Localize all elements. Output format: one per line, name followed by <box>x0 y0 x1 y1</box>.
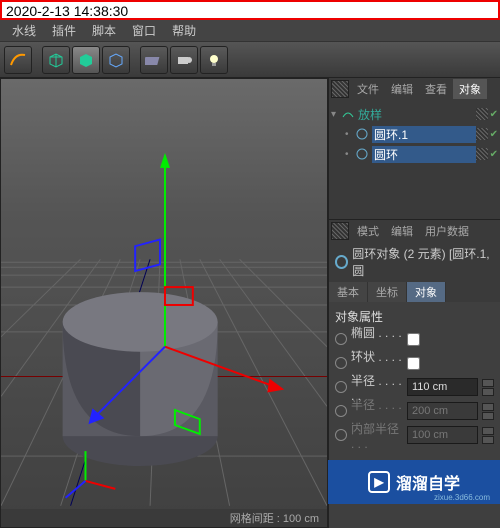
watermark-url: zixue.3d66.com <box>434 493 490 502</box>
menu-window[interactable]: 窗口 <box>124 20 164 41</box>
attr-row-inner: 内部半径 . . . 100 cm <box>335 423 494 447</box>
timestamp-bar: 2020-2-13 14:38:30 <box>0 0 500 20</box>
ellipse-checkbox[interactable] <box>407 333 420 346</box>
tree-row-sweep[interactable]: ▾ 放样 ✔ <box>331 104 498 124</box>
cylinder-object <box>63 292 218 466</box>
attribute-manager-tabs: 模式 编辑 用户数据 <box>329 220 500 242</box>
tree-visibility[interactable]: ✔ <box>476 108 498 120</box>
menu-waterline[interactable]: 水线 <box>4 20 44 41</box>
tool-cube-icon[interactable] <box>42 46 70 74</box>
tab-file[interactable]: 文件 <box>351 79 385 99</box>
sweep-icon <box>341 107 355 121</box>
radius2-spinner <box>482 403 494 420</box>
object-manager-tabs: 文件 编辑 查看 对象 <box>329 78 500 100</box>
viewport-statusbar: 网格间距 : 100 cm <box>1 509 327 527</box>
tool-camera-icon[interactable] <box>170 46 198 74</box>
menu-help[interactable]: 帮助 <box>164 20 204 41</box>
viewport-3d[interactable]: 网格间距 : 100 cm <box>0 78 328 528</box>
panel-grip-icon[interactable] <box>331 222 349 240</box>
toolbar <box>0 42 500 78</box>
menu-plugins[interactable]: 插件 <box>44 20 84 41</box>
panel-grip-icon[interactable] <box>331 80 349 98</box>
watermark: ▶ 溜溜自学 zixue.3d66.com <box>328 460 500 504</box>
tree-label-circle1[interactable]: 圆环.1 <box>372 126 476 143</box>
radio-icon <box>335 405 347 417</box>
radio-icon[interactable] <box>335 333 347 345</box>
grid-spacing-label: 网格间距 : 100 cm <box>230 510 319 526</box>
inner-input: 100 cm <box>407 426 478 444</box>
tab-edit[interactable]: 编辑 <box>385 79 419 99</box>
radio-icon[interactable] <box>335 381 347 393</box>
tree-row-circle2[interactable]: • 圆环 ✔ <box>331 144 498 164</box>
radius-input[interactable]: 110 cm <box>407 378 478 396</box>
inner-spinner <box>482 427 494 444</box>
tab-view[interactable]: 查看 <box>419 79 453 99</box>
timestamp-text: 2020-2-13 14:38:30 <box>6 3 128 19</box>
tool-cube-solid-icon[interactable] <box>72 46 100 74</box>
viewport-scene <box>1 79 327 527</box>
tab-userdata[interactable]: 用户数据 <box>419 221 475 241</box>
circle-icon <box>355 127 369 141</box>
tree-visibility[interactable]: ✔ <box>476 128 498 140</box>
menu-bar: 水线 插件 脚本 窗口 帮助 <box>0 20 500 42</box>
attr-inner-label: 内部半径 . . . <box>351 420 403 451</box>
radio-icon <box>335 429 347 441</box>
tree-collapse-icon[interactable]: ▾ <box>331 109 341 120</box>
attr-subtabs: 基本 坐标 对象 <box>329 282 500 302</box>
watermark-text: 溜溜自学 <box>396 470 460 494</box>
attr-object-title: 圆环对象 (2 元素) [圆环.1, 圆 <box>329 242 500 282</box>
circle-object-icon <box>335 255 348 269</box>
tree-label-sweep[interactable]: 放样 <box>358 106 476 123</box>
subtab-object[interactable]: 对象 <box>407 282 446 302</box>
tree-bullet-icon: • <box>345 149 355 160</box>
radius2-input: 200 cm <box>407 402 478 420</box>
tree-visibility[interactable]: ✔ <box>476 148 498 160</box>
object-tree[interactable]: ▾ 放样 ✔ • 圆环.1 ✔ • 圆环 ✔ <box>329 100 500 220</box>
ring-checkbox[interactable] <box>407 357 420 370</box>
tool-sketch-icon[interactable] <box>4 46 32 74</box>
subtab-coord[interactable]: 坐标 <box>368 282 407 302</box>
circle-icon <box>355 147 369 161</box>
tool-floor-icon[interactable] <box>140 46 168 74</box>
subtab-basic[interactable]: 基本 <box>329 282 368 302</box>
tree-label-circle2[interactable]: 圆环 <box>372 146 476 163</box>
tab-attr-edit[interactable]: 编辑 <box>385 221 419 241</box>
tab-mode[interactable]: 模式 <box>351 221 385 241</box>
radius-spinner[interactable] <box>482 379 494 396</box>
attr-section: 对象属性 椭圆 . . . . . . 环状 . . . . . . 半径 . … <box>329 302 500 451</box>
tab-object[interactable]: 对象 <box>453 79 487 99</box>
attr-title-text: 圆环对象 (2 元素) [圆环.1, 圆 <box>352 245 494 279</box>
radio-icon[interactable] <box>335 357 347 369</box>
tool-primitive-icon[interactable] <box>102 46 130 74</box>
tree-row-circle1[interactable]: • 圆环.1 ✔ <box>331 124 498 144</box>
tree-bullet-icon: • <box>345 129 355 140</box>
tool-light-icon[interactable] <box>200 46 228 74</box>
play-icon: ▶ <box>368 471 390 493</box>
menu-script[interactable]: 脚本 <box>84 20 124 41</box>
